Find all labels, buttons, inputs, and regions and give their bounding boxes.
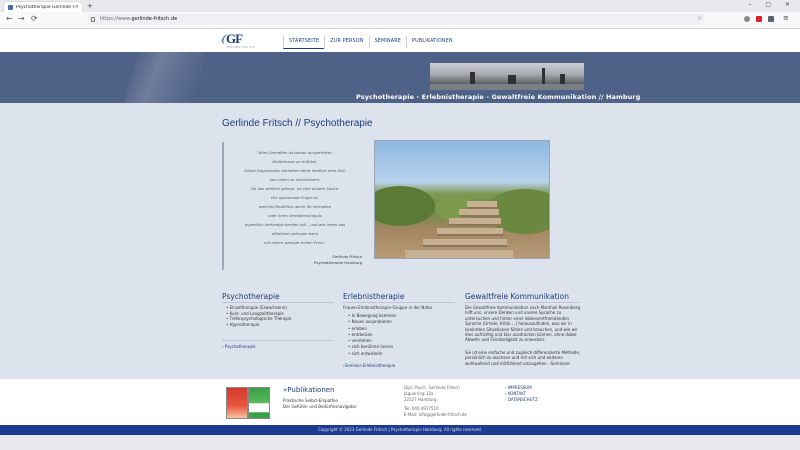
forward-button[interactable]: → [18,14,25,24]
impressum-link[interactable]: › IMPRESSUM [505,385,532,390]
psychotherapie-list: • Einzeltherapie (Erwachsene) • Kurz- un… [226,305,292,327]
url-scheme: https://www. [100,16,132,22]
browser-tab-bar [0,0,800,12]
nav-zur-person[interactable]: ZUR PERSON [324,36,368,48]
quote-line: welches Bedürfnis durch Ihr Verhalten [258,204,332,209]
tab-title: Psychotherapie Gerlinde Fritsch [16,4,75,10]
extensions-puzzle-icon[interactable] [768,16,774,22]
banner-light-beam [123,52,207,103]
address-line: Jaguarring 12a [404,391,434,396]
banner-tagline: Psychotherapie - Erlebnistherapie - Gewa… [356,93,641,101]
text-line: Abwehr und Feindseligkeit zu erwecken. [465,337,546,343]
psychotherapie-heading: Psychotherapie [222,292,280,301]
window-controls[interactable]: – ▢ ✕ [748,1,796,8]
url-host: gerlinde-fritsch.de [131,16,178,22]
nav-publikationen[interactable]: PUBLIKATIONEN [406,36,458,48]
back-button[interactable]: ← [6,14,13,24]
erlebnistherapie-list: • In Bewegung kommen • Neues ausprobiere… [348,313,396,357]
gfk-paragraph-2: Sie ist eine einfache und zugleich diffe… [465,350,580,366]
publikationen-heading[interactable]: »Publikationen [283,386,335,394]
address-bar[interactable] [88,14,704,25]
close-tab-icon[interactable]: × [75,4,79,10]
main-navigation: STARTSEITE ZUR PERSON SEMINARE PUBLIKATI… [283,36,458,49]
footer [0,379,800,424]
erlebnistherapie-heading: Erlebnistherapie [343,292,405,301]
quote-line: mit einem weniger hohen Preis." [263,240,327,245]
psychotherapie-link[interactable]: › Psychotherapie [222,344,256,349]
kontakt-link[interactable]: › KONTAKT [505,391,526,396]
quote-line: das Leben zu verschönern. [269,177,321,182]
email[interactable]: E-Mail: info@gerlinde-fritsch.de [404,412,467,417]
gfk-paragraph-1: Die Gewaltfreie Kommunikation nach Marsh… [465,305,580,343]
new-tab-button[interactable]: + [87,2,93,10]
logo-subtitle: GERLINDE FRITSCH [226,46,256,49]
url-text[interactable]: https://www.gerlinde-fritsch.de [100,15,177,24]
datenschutz-link[interactable]: › DATENSCHUTZ [505,397,538,402]
quote-line: Ob das wirklich gelingt, ist eine andere… [250,186,340,191]
list-item: • sich entwickeln [348,350,383,356]
menu-icon[interactable]: ≡ [783,14,789,22]
phone: Tel. 040.4917510 [404,406,439,411]
quote-role: Psychotherapie Hamburg [314,260,362,265]
hamburg-skyline-photo [430,63,584,90]
bookmark-star-icon[interactable]: ☆ [697,15,702,22]
quote-line: effektiver gelingen kann [271,231,319,236]
address-line: Dipl. Psych. Gerlinde Fritsch [404,385,460,390]
quote-line: "Alles Verhalten ist darauf ausgerichtet… [257,150,333,155]
publication-title: Praktische Selbst-Empathie [283,398,338,403]
quote-line: Die spannende Frage ist, [271,195,319,200]
quote-line: Selbst tragischstes Verhalten dient letz… [244,168,346,173]
quote-line: oder Ihren Verhaltensimpuls [268,213,322,218]
logo-text: GF [226,31,243,46]
text-line[interactable]: wohlwollend und mitfühlend umzugehen. ›S… [465,361,580,366]
quote-line: eigentlich befriedigt werden soll – und … [244,222,346,227]
text-line: Sprache (Urteile, Kritik ...) herauszufi… [465,321,572,327]
quote-author: Gerlinde Fritsch [332,254,362,259]
divider [343,302,455,303]
divider [222,302,334,303]
divider [222,340,334,341]
quote-block: "Alles Verhalten ist darauf ausgerichtet… [222,142,362,270]
page-title: Gerlinde Fritsch // Psychotherapie [222,118,373,129]
erlebnistherapie-intro: Frauen-Erlebnistherapie-Gruppe in der Na… [343,305,433,310]
gfk-heading: Gewaltfreie Kommunikation [465,292,569,301]
lock-icon [91,17,95,22]
stone-steps-photo [374,140,550,259]
shield-icon[interactable] [744,16,750,22]
site-favicon-icon [8,4,13,10]
address-line: 22527 Hamburg [404,397,437,402]
copyright: Copyright © 2023 Gerlinde Fritsch | Psyc… [318,427,482,432]
list-item: • Hypnotherapie [226,321,260,327]
divider [465,302,579,303]
publication-title: Der Gefühls- und Bedürfnisnavigator [283,404,357,409]
book-cover-navigator[interactable] [248,387,270,419]
quote-line: Bedürfnisse zu erfüllen. [272,159,318,164]
nav-seminare[interactable]: SEMINARE [368,36,406,48]
seminar-erlebnistherapie-link[interactable]: ›Seminar Erlebnistherapie [343,363,395,368]
site-logo[interactable]: GF GERLINDE FRITSCH [220,31,262,51]
page-bottom [0,435,800,450]
browser-tab[interactable]: Psychotherapie Gerlinde Fritsch × [4,2,82,12]
extension-icon[interactable] [756,16,762,22]
nav-startseite[interactable]: STARTSEITE [283,36,325,49]
book-cover-selbst-empathie[interactable] [226,387,248,419]
reload-button[interactable]: ⟳ [31,14,38,24]
